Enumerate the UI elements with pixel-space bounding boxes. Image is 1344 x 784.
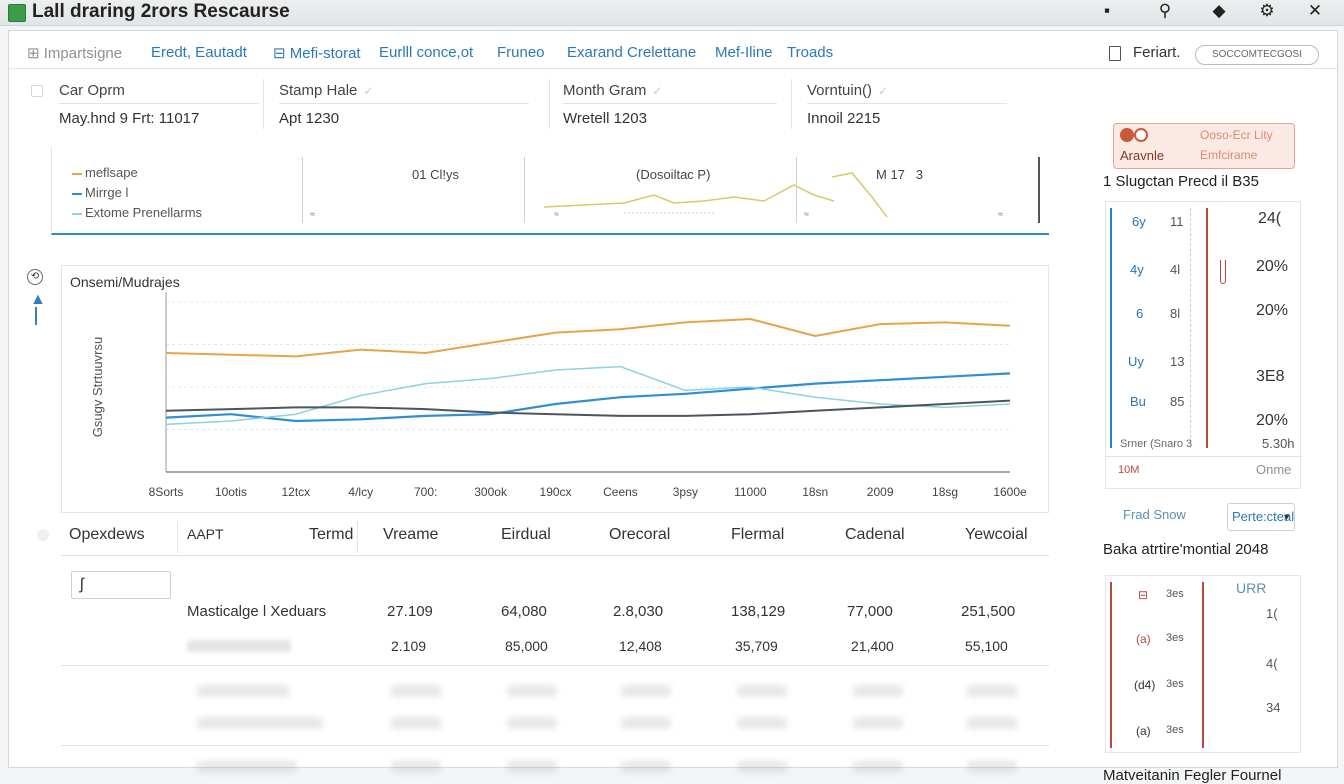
col-header-yewcoial[interactable]: Yewcoial — [965, 526, 1028, 544]
x-tick-label: 2009 — [867, 485, 894, 499]
avatar-icon — [1134, 128, 1148, 142]
toolbar-right-label: Feriart. — [1133, 44, 1181, 61]
col-header-flermal[interactable]: Flermal — [731, 526, 784, 544]
stats-card-2: URR ⊟ 3es 1( (a) 3es 4( (d4) 3es 34 (a) 3es — [1105, 575, 1301, 753]
toolbar-item-metastorat[interactable]: ⊟ Mefi-storat — [273, 44, 361, 62]
legend-item-2: Mirrge l — [72, 185, 128, 200]
row-edit-input[interactable]: ʃ — [71, 571, 171, 599]
avatar-icon — [1120, 128, 1134, 142]
callout-box[interactable]: Aravnle Ooso-Ecr Lity Emfcirame — [1113, 123, 1295, 169]
table-row — [61, 709, 1049, 739]
col-header-termd[interactable]: Termd — [309, 526, 353, 544]
toolbar-pill-button[interactable]: SOCCOMTECGOSI — [1195, 45, 1319, 65]
col-header-orecoral[interactable]: Orecoral — [609, 526, 670, 544]
document-icon — [1109, 46, 1121, 61]
x-tick-label: 8Sorts — [149, 485, 184, 499]
app-icon — [8, 4, 26, 22]
data-table: Opexdews AAPT Termd Vreame Eirdual Oreco… — [37, 509, 1049, 773]
toolbar-item-troads[interactable]: Troads — [787, 44, 833, 61]
series-line-4 — [165, 399, 1011, 417]
footer-title: Matveitanin Fegler Fournel — [1103, 767, 1282, 784]
series-line-1 — [165, 318, 1011, 358]
x-tick-label: Ceens — [603, 485, 638, 499]
chevron-down-icon: ✓ — [652, 84, 663, 98]
toolbar-item-import[interactable]: ⊞ Impartsigne — [27, 44, 122, 62]
toolbar-item-edit[interactable]: Eredt, Eautadt — [151, 44, 247, 61]
table-row-name: Masticalge l Xeduars — [187, 603, 327, 620]
section-title: 1 Slugctan Precd il B35 — [1103, 173, 1259, 190]
toolbar-item-fruneo[interactable]: Fruneo — [497, 44, 545, 61]
col-header-aapt[interactable]: AAPT — [187, 526, 224, 542]
y-axis-label: Gsugv Strtuuvrsu — [90, 337, 105, 437]
mini-metric-1: 01 Cl!ys — [412, 167, 459, 182]
toolbar: ⊞ Impartsigne Eredt, Eautadt ⊟ Mefi-stor… — [9, 39, 1339, 69]
x-tick-label: 18sn — [802, 485, 828, 499]
col-header-eirdual[interactable]: Eirdual — [501, 526, 551, 544]
find-show-link[interactable]: Frad Snow — [1123, 507, 1186, 522]
filter-car-oprm[interactable]: Car Oprm May.hnd 9 Frt: 11017 — [59, 79, 259, 131]
main-chart: Onsemi/Mudrajes Gsugv Strtuuvrsu 8Sorts 10… — [61, 265, 1049, 513]
col-header-cadenal[interactable]: Cadenal — [845, 526, 905, 544]
title-bar: Lall draring 2rors Rescaurse ▪ ⚲ ◆ ⚙ ✕ — [0, 0, 1344, 26]
table-row — [61, 677, 1049, 707]
x-tick-label: 18sg — [932, 485, 958, 499]
chart-canvas: Gsugv Strtuuvrsu 8Sorts 10otis 12tcx 4/lcy 70… — [90, 292, 1027, 499]
x-tick-label: 12tcx — [282, 485, 311, 499]
mini-metric-2: (Dosoiltac P) — [636, 167, 711, 182]
save-icon[interactable]: ▪ — [1096, 1, 1118, 21]
x-tick-label: 11000 — [734, 485, 767, 499]
gear-icon[interactable]: ⚙ — [1256, 1, 1278, 21]
x-tick-label: 4/lcy — [348, 485, 373, 499]
chevron-down-icon: ✓ — [363, 84, 374, 98]
app-title: Lall draring 2rors Rescaurse — [32, 1, 290, 22]
x-tick-label: 300ok — [474, 485, 508, 499]
toolbar-item-mefline[interactable]: Mef-Iline — [715, 44, 773, 61]
legend-item-1: meflsape — [72, 165, 138, 180]
chevron-down-icon: ▼ — [1282, 512, 1291, 522]
clock-icon[interactable]: ⟲ — [27, 269, 43, 285]
period-dropdown[interactable]: Perte:cteal ▼ — [1227, 503, 1295, 531]
stats-card: 6y 11 24( 4y 4l 20% 6 8l 20% Uy 13 3E8 Bu 85 20% S… — [1105, 201, 1302, 489]
right-panel: Aravnle Ooso-Ecr Lity Emfcirame 1 Slugct… — [1099, 115, 1339, 784]
toolbar-item-expand[interactable]: Exarand Crelettane — [567, 44, 696, 61]
close-icon[interactable]: ✕ — [1304, 1, 1326, 21]
table-row — [61, 753, 1049, 783]
section2-title: Baka atrtire'montial 2048 — [1103, 541, 1269, 558]
x-tick-label: 1600e — [993, 485, 1027, 499]
filter-stamp-hale[interactable]: Stamp Hale ✓ Apt 1230 — [279, 79, 529, 131]
col-header-opexdews[interactable]: Opexdews — [69, 526, 145, 544]
x-tick-label: 700: — [414, 485, 437, 499]
filter-row: Car Oprm May.hnd 9 Frt: 11017 Stamp Hale… — [29, 79, 1009, 131]
gem-icon[interactable]: ◆ — [1208, 1, 1230, 21]
x-tick-label: 190cx — [540, 485, 572, 499]
filter-month-gram[interactable]: Month Gram ✓ Wretell 1203 — [563, 79, 777, 131]
arrow-up-icon[interactable]: ▲ — [30, 291, 46, 309]
row-checkbox[interactable] — [31, 85, 43, 97]
x-tick-label: 10otis — [215, 485, 247, 499]
link-icon[interactable]: ⚲ — [1154, 1, 1176, 21]
filter-vorntuin[interactable]: Vorntuin() ✓ Innoil 2215 — [807, 79, 1007, 131]
chevron-down-icon: ✓ — [878, 84, 889, 98]
toolbar-item-concept[interactable]: Eurlll conce,ot — [379, 44, 473, 61]
x-tick-label: 3psy — [673, 485, 698, 499]
summary-strip: meflsape Mirrge l Extome Prenellarms 01 … — [51, 147, 1049, 235]
mini-metric-3: M 17 3 — [876, 167, 923, 182]
legend-item-3: Extome Prenellarms — [72, 205, 202, 220]
main-window: ⊞ Impartsigne Eredt, Eautadt ⊟ Mefi-stor… — [8, 30, 1339, 784]
col-header-vreame[interactable]: Vreame — [383, 526, 438, 544]
